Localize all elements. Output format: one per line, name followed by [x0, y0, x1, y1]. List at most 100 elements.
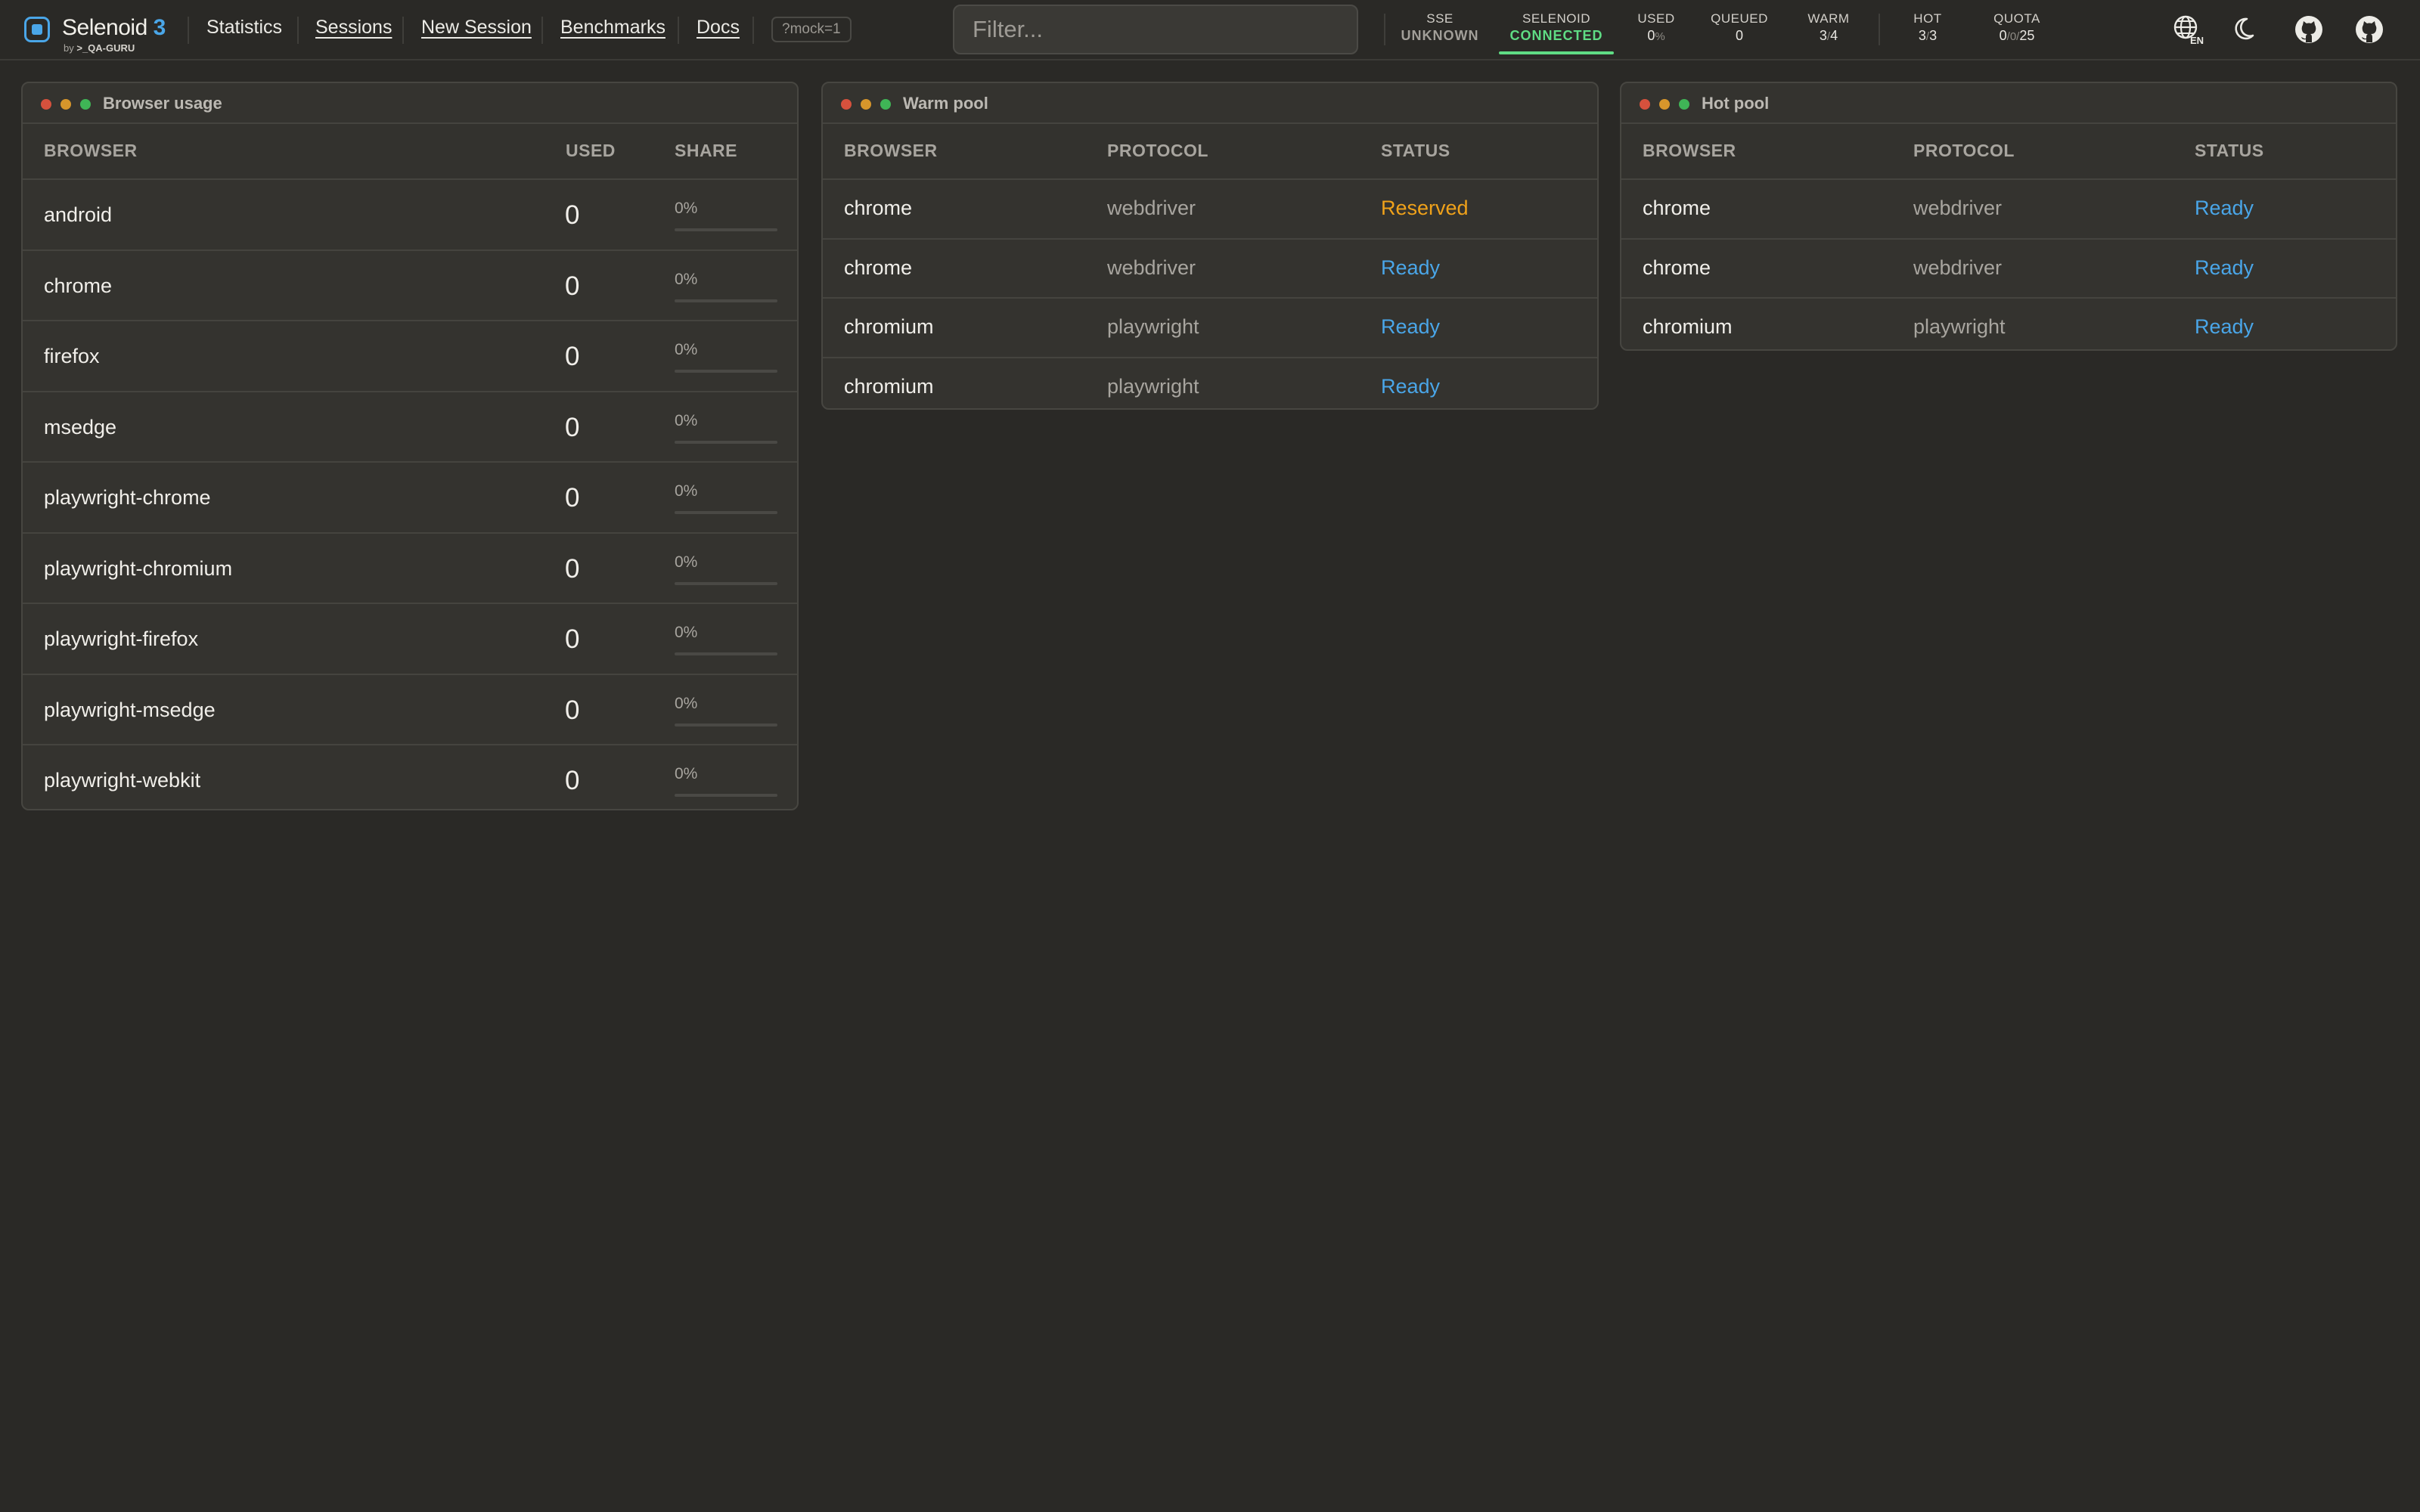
window-close-dot — [1640, 99, 1650, 110]
panel-title: Warm pool — [903, 94, 988, 113]
share-percent: 0% — [675, 694, 698, 712]
table-row: chrome webdriver Ready — [1621, 240, 2396, 299]
language-button[interactable]: EN — [2172, 14, 2204, 46]
table-row: chrome webdriver Ready — [1621, 180, 2396, 240]
stat-warm: WARM 3/4 — [1804, 11, 1853, 44]
share-bar — [675, 511, 777, 514]
table-header: BROWSER PROTOCOL STATUS — [823, 124, 1597, 180]
share-percent: 0% — [675, 482, 698, 500]
browser-name: playwright-chromium — [44, 556, 233, 580]
github-button[interactable] — [2293, 14, 2325, 45]
share-bar — [675, 652, 777, 655]
table-header: BROWSER PROTOCOL STATUS — [1621, 124, 2396, 180]
column-header-protocol[interactable]: PROTOCOL — [1107, 141, 1208, 161]
stat-selenoid: SELENOID CONNECTED — [1497, 11, 1615, 44]
app-name: Selenoid 3 — [62, 15, 166, 40]
used-count: 0 — [565, 271, 580, 301]
status-label: Ready — [2195, 315, 2254, 338]
column-header-used[interactable]: USED — [566, 141, 616, 161]
share-bar — [675, 370, 777, 373]
nav-sessions[interactable]: Sessions — [315, 17, 392, 39]
stat-used-label: USED — [1637, 11, 1675, 26]
stat-hot-value: 3/3 — [1918, 28, 1938, 43]
protocol-name: playwright — [1107, 374, 1199, 398]
protocol-name: playwright — [1107, 315, 1199, 338]
stat-quota-label: QUOTA — [1993, 11, 2040, 26]
table-header: BROWSER USED SHARE — [23, 124, 797, 180]
protocol-name: playwright — [1913, 315, 2006, 338]
used-count: 0 — [565, 553, 580, 584]
theme-toggle-button[interactable] — [2232, 14, 2264, 45]
share-bar — [675, 228, 777, 231]
status-label: Ready — [2195, 197, 2254, 219]
stat-used-value: 0% — [1647, 28, 1665, 43]
column-header-status[interactable]: STATUS — [2195, 141, 2264, 161]
stat-hot: HOT 3/3 — [1907, 11, 1948, 44]
nav-benchmarks[interactable]: Benchmarks — [560, 17, 666, 39]
table-row: playwright-chromium 0 0% — [23, 534, 797, 604]
status-label: Ready — [2195, 256, 2254, 279]
stat-quota: QUOTA 0/0/25 — [1987, 11, 2046, 44]
app-byline-brand: >_QA-GURU — [76, 42, 135, 54]
share-bar — [675, 794, 777, 797]
github-icon — [2356, 16, 2383, 43]
mock-mode-badge: ?mock=1 — [771, 17, 852, 42]
browser-name: chrome — [44, 274, 113, 297]
browser-name: playwright-msedge — [44, 698, 216, 721]
browser-name: android — [44, 203, 113, 226]
app-byline: by >_QA-GURU — [64, 42, 135, 54]
share-bar — [675, 440, 777, 444]
column-header-browser[interactable]: BROWSER — [844, 141, 938, 161]
nav-divider — [678, 17, 679, 44]
stat-hot-label: HOT — [1913, 11, 1942, 26]
protocol-name: webdriver — [1913, 197, 2003, 219]
browser-name: playwright-chrome — [44, 486, 211, 509]
table-row: chromium playwright Ready — [823, 299, 1597, 358]
used-count: 0 — [565, 624, 580, 654]
stat-sse: SSE UNKNOWN — [1398, 11, 1482, 44]
used-count: 0 — [565, 766, 580, 795]
github-button[interactable] — [2353, 14, 2385, 45]
window-maximize-dot — [880, 99, 891, 110]
nav-statistics[interactable]: Statistics — [206, 17, 282, 39]
warm-pool-rows: chrome webdriver Reserved chrome webdriver Re… — [823, 180, 1597, 409]
nav-divider — [188, 17, 189, 44]
browser-name: chromium — [844, 315, 934, 338]
share-percent: 0% — [675, 270, 698, 288]
share-percent: 0% — [675, 553, 698, 571]
browser-usage-panel: Browser usage BROWSER USED SHARE android… — [21, 82, 799, 810]
nav-divider — [541, 17, 543, 44]
table-row: android 0 0% — [23, 180, 797, 251]
stat-sse-value: UNKNOWN — [1401, 28, 1479, 43]
window-minimize-dot — [1659, 99, 1670, 110]
table-row: chrome webdriver Reserved — [823, 180, 1597, 240]
nav-docs[interactable]: Docs — [697, 17, 740, 39]
share-bar — [675, 299, 777, 302]
selenoid-logo-icon — [24, 17, 50, 42]
column-header-browser[interactable]: BROWSER — [44, 141, 138, 161]
protocol-name: webdriver — [1107, 197, 1196, 219]
stat-selenoid-label: SELENOID — [1522, 11, 1590, 26]
share-bar — [675, 581, 777, 585]
window-close-dot — [841, 99, 852, 110]
panel-titlebar: Browser usage — [23, 83, 797, 124]
share-bar — [675, 723, 777, 727]
column-header-share[interactable]: SHARE — [675, 141, 737, 161]
browser-name: chrome — [1643, 256, 1711, 279]
table-row: chrome 0 0% — [23, 251, 797, 321]
column-header-protocol[interactable]: PROTOCOL — [1913, 141, 2015, 161]
column-header-browser[interactable]: BROWSER — [1643, 141, 1736, 161]
panel-titlebar: Hot pool — [1621, 83, 2396, 124]
column-header-status[interactable]: STATUS — [1381, 141, 1450, 161]
used-count: 0 — [565, 412, 580, 442]
nav-new-session[interactable]: New Session — [421, 17, 532, 39]
browser-name: chrome — [844, 256, 913, 279]
used-count: 0 — [565, 483, 580, 513]
window-maximize-dot — [80, 99, 91, 110]
nav-divider — [297, 17, 299, 44]
table-row: chromium playwright Ready — [823, 358, 1597, 409]
stat-queued-label: QUEUED — [1711, 11, 1768, 26]
filter-input[interactable] — [953, 5, 1358, 54]
share-percent: 0% — [675, 200, 698, 217]
share-percent: 0% — [675, 341, 698, 358]
